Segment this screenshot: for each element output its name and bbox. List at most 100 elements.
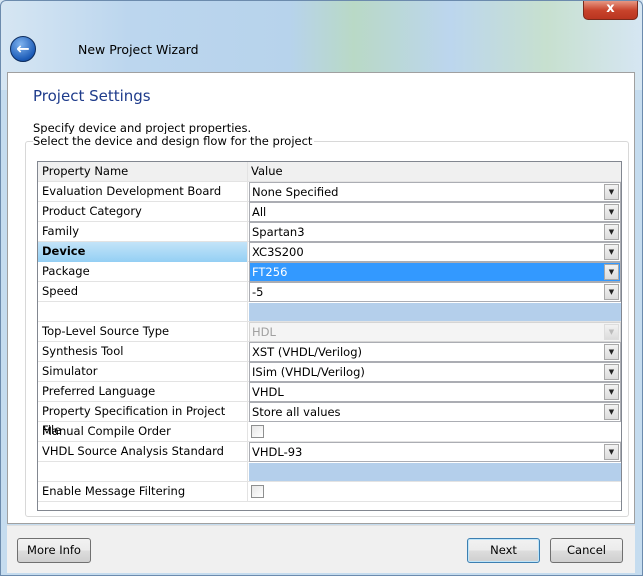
property-dropdown[interactable]: None Specified ▼ (249, 182, 621, 202)
property-name (38, 462, 248, 482)
table-row: Preferred Language VHDL ▼ (38, 382, 621, 402)
property-dropdown[interactable]: Spartan3 ▼ (249, 222, 621, 242)
table-row: Property Specification in Project File St… (38, 402, 621, 437)
property-name: Family (38, 222, 248, 242)
category-separator (249, 463, 621, 481)
dropdown-value: None Specified (252, 185, 339, 199)
cancel-button[interactable]: Cancel (550, 538, 623, 563)
property-value-cell: FT256 ▼ (249, 262, 621, 282)
property-checkbox[interactable] (251, 485, 264, 498)
chevron-down-icon[interactable]: ▼ (604, 444, 619, 460)
property-name: VHDL Source Analysis Standard (38, 442, 248, 462)
close-icon: x (606, 1, 615, 16)
more-info-button[interactable]: More Info (17, 538, 91, 563)
table-row: VHDL Source Analysis Standard VHDL-93 ▼ (38, 442, 621, 462)
property-value-cell (249, 462, 621, 482)
close-button[interactable]: x (583, 0, 638, 20)
property-dropdown[interactable]: XC3S200 ▼ (249, 242, 621, 262)
back-arrow-icon: ← (16, 39, 30, 58)
property-value-cell: Store all values ▼ (249, 402, 621, 422)
property-value-cell: -5 ▼ (249, 282, 621, 302)
chevron-down-icon: ▼ (604, 324, 619, 340)
property-name: Preferred Language (38, 382, 248, 402)
property-value-cell (249, 422, 621, 442)
next-button[interactable]: Next (467, 538, 540, 563)
property-dropdown[interactable]: VHDL ▼ (249, 382, 621, 402)
property-dropdown[interactable]: Store all values ▼ (249, 402, 621, 422)
table-header: Property Name Value (38, 162, 621, 182)
property-name: Package (38, 262, 248, 282)
property-name: Enable Message Filtering (38, 482, 248, 502)
property-dropdown[interactable]: VHDL-93 ▼ (249, 442, 621, 462)
back-button[interactable]: ← (10, 36, 36, 62)
group-label: Select the device and design flow for th… (33, 134, 315, 148)
table-row: Enable Message Filtering (38, 482, 621, 502)
table-row: Device XC3S200 ▼ (38, 242, 621, 262)
property-name: Device (38, 242, 248, 262)
category-separator (249, 303, 621, 321)
dropdown-value: VHDL-93 (252, 445, 303, 459)
chevron-down-icon[interactable]: ▼ (604, 244, 619, 260)
property-name: Evaluation Development Board (38, 182, 248, 202)
property-dropdown[interactable]: XST (VHDL/Verilog) ▼ (249, 342, 621, 362)
header-value: Value (251, 164, 283, 178)
dropdown-value: FT256 (252, 265, 288, 279)
property-value-cell: XC3S200 ▼ (249, 242, 621, 262)
property-name: Property Specification in Project File (38, 402, 248, 437)
property-value-cell: None Specified ▼ (249, 182, 621, 202)
table-row: Package FT256 ▼ (38, 262, 621, 282)
property-name: Simulator (38, 362, 248, 382)
table-row (38, 302, 621, 322)
dropdown-value: -5 (252, 285, 264, 299)
chevron-down-icon[interactable]: ▼ (604, 184, 619, 200)
property-value-cell: HDL ▼ (249, 322, 621, 342)
property-dropdown[interactable]: -5 ▼ (249, 282, 621, 302)
dropdown-value: Store all values (252, 405, 341, 419)
table-row: Product Category All ▼ (38, 202, 621, 222)
table-row: Evaluation Development Board None Specifi… (38, 182, 621, 202)
button-bar (7, 525, 635, 573)
chevron-down-icon[interactable]: ▼ (604, 344, 619, 360)
property-dropdown[interactable]: FT256 ▼ (249, 262, 621, 282)
header-property-name: Property Name (38, 162, 248, 182)
dropdown-value: HDL (252, 325, 276, 339)
chevron-down-icon[interactable]: ▼ (604, 284, 619, 300)
chevron-down-icon[interactable]: ▼ (604, 264, 619, 280)
table-row: Simulator ISim (VHDL/Verilog) ▼ (38, 362, 621, 382)
dropdown-value: All (252, 205, 267, 219)
chevron-down-icon[interactable]: ▼ (604, 364, 619, 380)
table-row: Top-Level Source Type HDL ▼ (38, 322, 621, 342)
property-name: Manual Compile Order (38, 422, 248, 442)
dropdown-value: VHDL (252, 385, 284, 399)
property-dropdown[interactable]: All ▼ (249, 202, 621, 222)
table-row: Family Spartan3 ▼ (38, 222, 621, 242)
property-value-cell (249, 302, 621, 322)
table-row: Synthesis Tool XST (VHDL/Verilog) ▼ (38, 342, 621, 362)
property-value-cell: ISim (VHDL/Verilog) ▼ (249, 362, 621, 382)
chevron-down-icon[interactable]: ▼ (604, 204, 619, 220)
property-value-cell: VHDL-93 ▼ (249, 442, 621, 462)
property-name: Synthesis Tool (38, 342, 248, 362)
property-dropdown[interactable]: ISim (VHDL/Verilog) ▼ (249, 362, 621, 382)
dropdown-value: XC3S200 (252, 245, 304, 259)
property-checkbox[interactable] (251, 425, 264, 438)
property-dropdown: HDL ▼ (249, 322, 621, 342)
property-name: Top-Level Source Type (38, 322, 248, 342)
page-description: Specify device and project properties. (33, 121, 252, 135)
property-value-cell: XST (VHDL/Verilog) ▼ (249, 342, 621, 362)
property-value-cell: All ▼ (249, 202, 621, 222)
dropdown-value: Spartan3 (252, 225, 305, 239)
dropdown-value: ISim (VHDL/Verilog) (252, 365, 365, 379)
property-name: Product Category (38, 202, 248, 222)
dropdown-value: XST (VHDL/Verilog) (252, 345, 362, 359)
chevron-down-icon[interactable]: ▼ (604, 224, 619, 240)
page-title: Project Settings (33, 87, 151, 105)
property-value-cell (249, 482, 621, 502)
property-name: Speed (38, 282, 248, 302)
window-title: New Project Wizard (78, 42, 199, 57)
property-name (38, 302, 248, 322)
table-row (38, 462, 621, 482)
chevron-down-icon[interactable]: ▼ (604, 384, 619, 400)
property-value-cell: Spartan3 ▼ (249, 222, 621, 242)
chevron-down-icon[interactable]: ▼ (604, 404, 619, 420)
